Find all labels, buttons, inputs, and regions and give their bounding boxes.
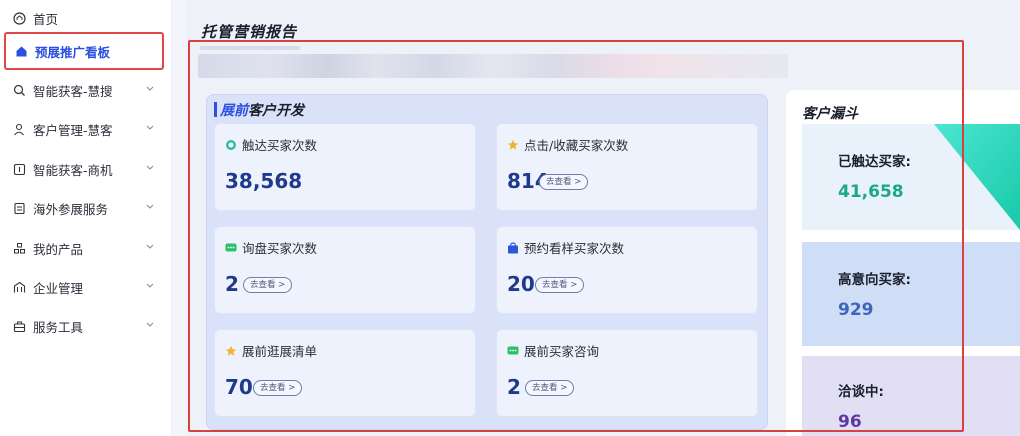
- report-title: 托管营销报告: [201, 23, 298, 41]
- funnel-step-value: 929: [838, 300, 874, 320]
- funnel-step-label: 已触达买家:: [838, 154, 911, 170]
- chevron-down-icon: [144, 122, 156, 134]
- card-label: 展前逛展清单: [242, 344, 318, 359]
- sidebar-item-label: 首页: [33, 11, 59, 27]
- funnel-step-value: 41,658: [838, 182, 904, 202]
- view-link[interactable]: 去查看 >: [243, 277, 293, 293]
- title-highlight: 展前: [220, 103, 248, 119]
- pre-show-title: 展前客户开发: [214, 100, 304, 120]
- funnel-title: 客户漏斗: [802, 106, 858, 122]
- star-icon: [507, 139, 519, 151]
- funnel-decoration-triangle: [934, 124, 1020, 230]
- star-icon: [225, 345, 237, 357]
- view-link[interactable]: 去查看 >: [253, 380, 303, 396]
- view-link[interactable]: 去查看 >: [539, 174, 589, 190]
- reach-icon: [225, 139, 237, 151]
- sidebar-item-my-products[interactable]: 我的产品: [4, 230, 164, 266]
- search-icon: [12, 83, 26, 97]
- card-label: 触达买家次数: [242, 138, 318, 153]
- chevron-down-icon: [144, 319, 156, 331]
- funnel-step-value: 96: [838, 412, 862, 432]
- sidebar: 首页 预展推广看板 智能获客-慧搜 客户管理-慧客 智能获客-商机 海外参展服务: [0, 0, 172, 436]
- view-link[interactable]: 去查看 >: [525, 380, 575, 396]
- chevron-down-icon: [144, 201, 156, 213]
- card-value: 2: [507, 375, 521, 399]
- funnel-step-label: 洽谈中:: [838, 384, 884, 400]
- metric-card-reach: 触达买家次数 38,568: [214, 123, 476, 211]
- redacted-strip: [198, 54, 788, 78]
- product-icon: [12, 241, 26, 255]
- bag-icon: [507, 241, 519, 254]
- home-icon: [12, 11, 26, 25]
- sidebar-item-opportunity[interactable]: 智能获客-商机: [4, 151, 164, 187]
- chevron-down-icon: [144, 162, 156, 174]
- sidebar-item-label: 服务工具: [33, 319, 84, 335]
- dashboard-icon: [14, 44, 28, 58]
- title-accent-bar: [214, 102, 217, 117]
- sidebar-item-label: 客户管理-慧客: [33, 122, 113, 138]
- funnel-step-high-intent: 高意向买家: 929: [802, 242, 1020, 346]
- message-icon: [507, 345, 519, 357]
- title-rest: 客户开发: [248, 103, 304, 119]
- sidebar-item-label: 企业管理: [33, 280, 84, 296]
- metric-card-buyer-consult: 展前买家咨询 2 去查看 >: [496, 329, 758, 417]
- chevron-down-icon: [144, 280, 156, 292]
- sidebar-item-label: 智能获客-慧搜: [33, 83, 113, 99]
- card-label: 预约看样买家次数: [524, 241, 625, 256]
- funnel-step-negotiating: 洽谈中: 96: [802, 356, 1020, 436]
- sidebar-item-customer-mgmt[interactable]: 客户管理-慧客: [4, 111, 164, 147]
- opportunity-icon: [12, 162, 26, 176]
- card-value: 70: [225, 375, 253, 399]
- card-value: 38,568: [225, 169, 303, 193]
- sidebar-item-smart-search[interactable]: 智能获客-慧搜: [4, 72, 164, 108]
- card-label: 点击/收藏买家次数: [524, 138, 629, 153]
- sidebar-item-label: 智能获客-商机: [33, 162, 113, 178]
- document-icon: [12, 201, 26, 215]
- sidebar-item-dashboard[interactable]: 预展推广看板: [4, 32, 164, 70]
- sidebar-item-enterprise[interactable]: 企业管理: [4, 269, 164, 305]
- view-link[interactable]: 去查看 >: [535, 277, 585, 293]
- title-underline: [200, 46, 300, 50]
- metric-card-sample-appointment: 预约看样买家次数 20 去查看 >: [496, 226, 758, 314]
- sidebar-item-label: 我的产品: [33, 241, 84, 257]
- message-icon: [225, 242, 237, 254]
- sidebar-item-label: 海外参展服务: [33, 201, 109, 217]
- enterprise-icon: [12, 280, 26, 294]
- card-value: 20: [507, 272, 535, 296]
- metric-card-click-favorite: 点击/收藏买家次数 814 去查看 >: [496, 123, 758, 211]
- funnel-step-label: 高意向买家:: [838, 272, 911, 288]
- metric-card-visit-list: 展前逛展清单 70 去查看 >: [214, 329, 476, 417]
- card-value: 2: [225, 272, 239, 296]
- metric-card-inquiry: 询盘买家次数 2 去查看 >: [214, 226, 476, 314]
- chevron-down-icon: [144, 241, 156, 253]
- sidebar-item-service-tools[interactable]: 服务工具: [4, 308, 164, 344]
- sidebar-item-home[interactable]: 首页: [4, 0, 164, 36]
- chevron-down-icon: [144, 83, 156, 95]
- sidebar-item-label: 预展推广看板: [35, 44, 111, 60]
- card-label: 询盘买家次数: [242, 241, 318, 256]
- toolbox-icon: [12, 319, 26, 333]
- sidebar-item-overseas-exhibition[interactable]: 海外参展服务: [4, 190, 164, 226]
- user-icon: [12, 122, 26, 136]
- card-label: 展前买家咨询: [524, 344, 600, 359]
